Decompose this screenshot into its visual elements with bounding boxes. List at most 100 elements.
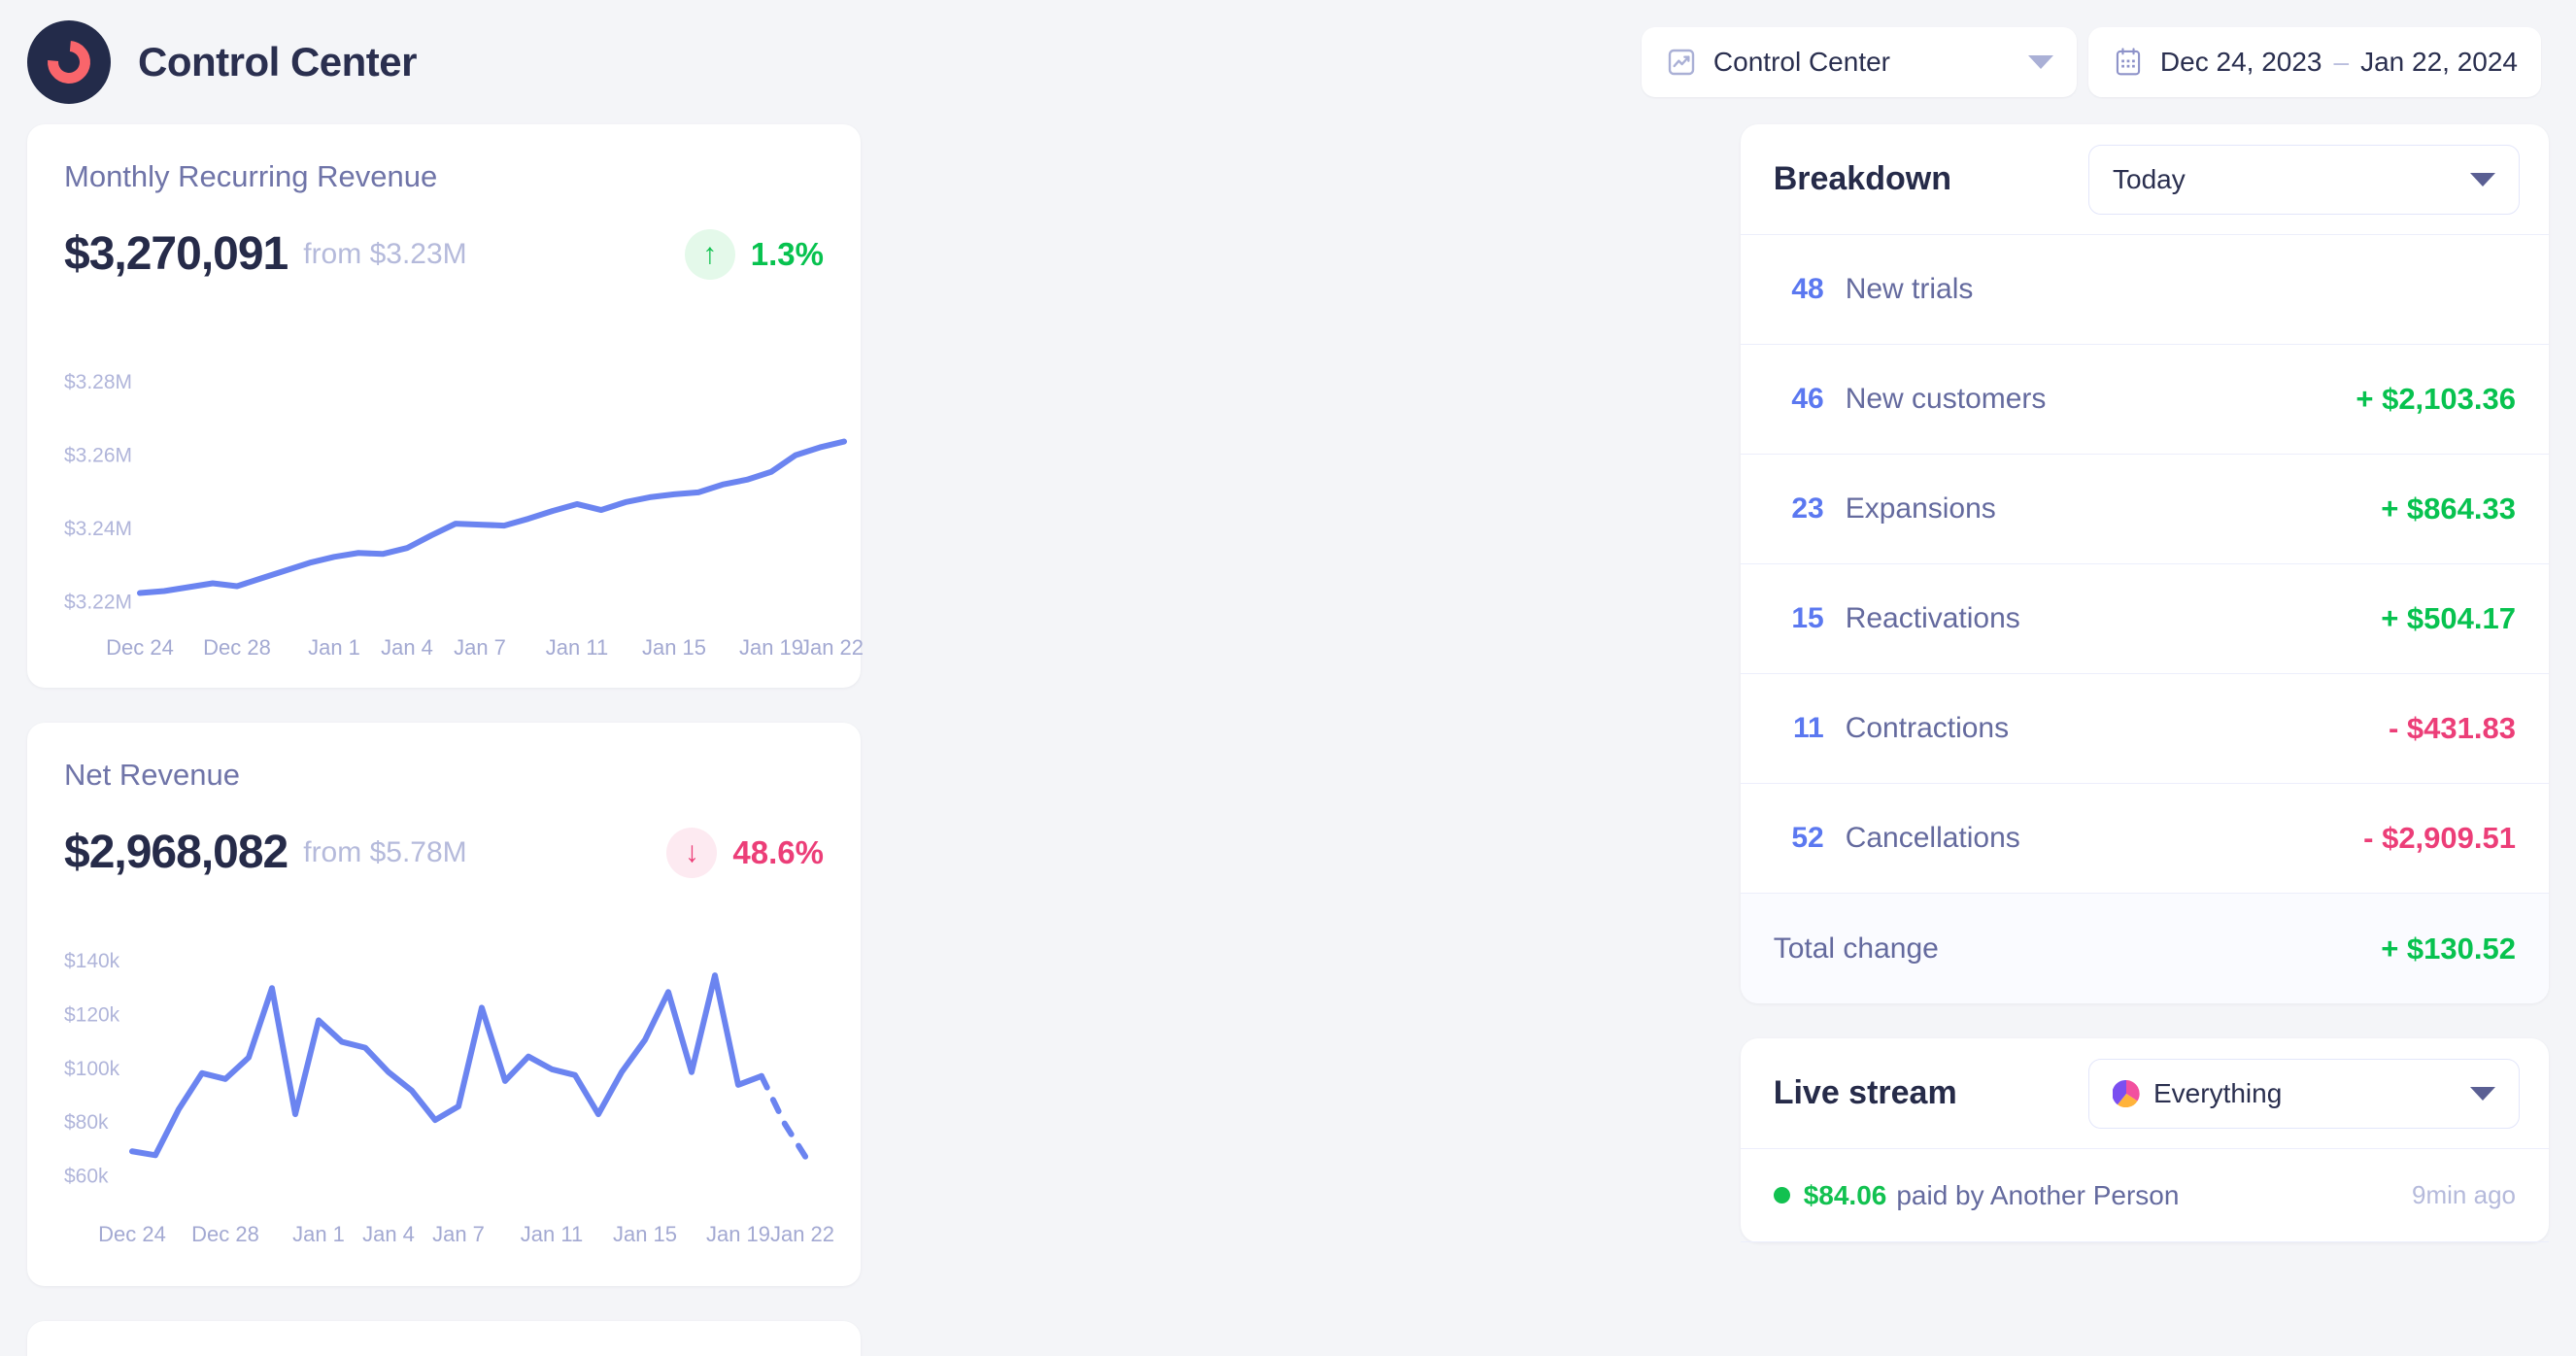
- chart-svg: $140k $120k $100k $80k $60k Dec 24 Dec 2…: [64, 950, 834, 1246]
- live-stream-amount: $84.06: [1803, 1179, 1887, 1210]
- svg-text:$3.28M: $3.28M: [64, 371, 132, 393]
- svg-text:$140k: $140k: [64, 950, 120, 972]
- breakdown-label: Expansions: [1845, 492, 1996, 525]
- live-stream-panel: Live stream Everything $84.06 paid by An…: [1740, 1038, 2549, 1242]
- dashboard-page: Control Center Control Center Dec 24, 20…: [0, 0, 2576, 1356]
- date-range-start: Dec 24, 2023: [2159, 47, 2322, 77]
- chevron-down-icon: [2470, 1086, 2495, 1101]
- svg-text:$80k: $80k: [64, 1111, 109, 1134]
- svg-text:$120k: $120k: [64, 1003, 120, 1026]
- header-controls: Control Center Dec 24, 2023 – Jan 22, 20…: [1641, 27, 2541, 97]
- live-stream-item[interactable]: $84.06 paid by Another Person 9min ago: [1740, 1149, 2549, 1242]
- svg-text:$3.26M: $3.26M: [64, 445, 132, 467]
- dashboard-select[interactable]: Control Center: [1641, 27, 2077, 97]
- svg-text:$100k: $100k: [64, 1058, 120, 1080]
- breakdown-row[interactable]: 52 Cancellations - $2,909.51: [1740, 784, 2549, 894]
- breakdown-label: Contractions: [1845, 712, 2010, 744]
- chart-svg: $3.28M $3.26M $3.24M $3.22M Dec 24 Dec 2…: [64, 371, 864, 660]
- metric-value: $3,270,091: [64, 228, 288, 280]
- breakdown-amount: + $864.33: [2381, 492, 2516, 525]
- logo-ring-icon: [39, 32, 99, 92]
- breakdown-amount: - $2,909.51: [2363, 821, 2516, 855]
- breakdown-count: 48: [1791, 273, 1824, 305]
- chart-net-revenue: $140k $120k $100k $80k $60k Dec 24 Dec 2…: [64, 948, 834, 1267]
- metric-card-monthly-recurring-revenue[interactable]: Monthly Recurring Revenue $3,270,091 fro…: [27, 124, 864, 688]
- date-range-end: Jan 22, 2024: [2360, 47, 2518, 77]
- metric-delta: ↓ 48.6%: [666, 827, 824, 878]
- calendar-icon: [2112, 46, 2145, 79]
- breakdown-period-select[interactable]: Today: [2088, 144, 2520, 215]
- breakdown-count: 15: [1791, 602, 1824, 634]
- date-range-separator: –: [2333, 47, 2350, 77]
- svg-text:Dec 28: Dec 28: [191, 1222, 259, 1246]
- live-stream-filter-select[interactable]: Everything: [2088, 1058, 2520, 1129]
- breakdown-panel: Breakdown Today 48 New trials 46 New cus…: [1740, 124, 2549, 1003]
- breakdown-row[interactable]: 46 New customers + $2,103.36: [1740, 345, 2549, 455]
- arrow-down-icon: ↓: [666, 827, 718, 878]
- breakdown-label: New customers: [1845, 383, 2047, 415]
- breakdown-total-label: Total change: [1773, 932, 1939, 965]
- breakdown-row[interactable]: 48 New trials: [1740, 235, 2549, 345]
- breakdown-amount: - $431.83: [2389, 711, 2516, 745]
- breakdown-total-row: Total change + $130.52: [1740, 894, 2549, 1003]
- svg-text:Jan 4: Jan 4: [362, 1222, 415, 1246]
- breakdown-row[interactable]: 11 Contractions - $431.83: [1740, 674, 2549, 784]
- metric-delta-value: 1.3%: [750, 235, 824, 272]
- svg-text:Jan 22: Jan 22: [770, 1222, 834, 1246]
- breakdown-header: Breakdown Today: [1740, 124, 2549, 235]
- date-range-picker[interactable]: Dec 24, 2023 – Jan 22, 2024: [2087, 27, 2541, 97]
- breakdown-amount: + $504.17: [2381, 601, 2516, 635]
- y-axis-ticks: $140k $120k $100k $80k $60k: [64, 950, 120, 1187]
- svg-text:Jan 22: Jan 22: [799, 635, 864, 660]
- metric-cards-grid: Monthly Recurring Revenue $3,270,091 fro…: [27, 124, 1706, 1356]
- breakdown-row[interactable]: 15 Reactivations + $504.17: [1740, 564, 2549, 674]
- metric-delta: ↑ 1.3%: [684, 228, 824, 280]
- breakdown-label: Cancellations: [1845, 822, 2020, 854]
- svg-text:Jan 1: Jan 1: [308, 635, 360, 660]
- live-stream-description: paid by Another Person: [1896, 1179, 2180, 1210]
- breakdown-title: Breakdown: [1773, 160, 1951, 197]
- live-stream-title: Live stream: [1773, 1074, 1957, 1111]
- metric-summary: $2,968,082 from $5.78M ↓ 48.6%: [64, 826, 824, 879]
- page-title: Control Center: [138, 39, 418, 85]
- svg-text:Dec 24: Dec 24: [106, 635, 174, 660]
- live-stream-filter-label: Everything: [2153, 1077, 2283, 1108]
- breakdown-count: 52: [1791, 822, 1824, 854]
- metric-comparison: from $3.23M: [303, 237, 467, 270]
- svg-text:$3.24M: $3.24M: [64, 518, 132, 540]
- metric-summary: $3,270,091 from $3.23M ↑ 1.3%: [64, 227, 824, 281]
- line-chart-icon: [1665, 46, 1698, 79]
- series-line: [129, 972, 764, 1159]
- chevron-down-icon: [2027, 55, 2053, 69]
- svg-text:Dec 24: Dec 24: [98, 1222, 166, 1246]
- metric-card-fees[interactable]: Fees $1 from $4 ↓ 75.0% $1 $0.50 $0: [27, 1321, 861, 1356]
- svg-text:Dec 28: Dec 28: [203, 635, 271, 660]
- dashboard-select-label: Control Center: [1712, 47, 1891, 77]
- chevron-down-icon: [2470, 172, 2495, 186]
- breakdown-period-label: Today: [2113, 163, 2186, 194]
- svg-text:Jan 11: Jan 11: [546, 635, 608, 660]
- breakdown-amount: + $2,103.36: [2356, 382, 2516, 416]
- breakdown-row[interactable]: 23 Expansions + $864.33: [1740, 455, 2549, 564]
- svg-text:Jan 19: Jan 19: [739, 635, 803, 660]
- breakdown-total-amount: + $130.52: [2381, 931, 2516, 966]
- breakdown-label: Reactivations: [1845, 602, 2020, 634]
- svg-text:Jan 7: Jan 7: [432, 1222, 485, 1246]
- svg-text:Jan 7: Jan 7: [454, 635, 506, 660]
- metric-title: Monthly Recurring Revenue: [64, 159, 438, 193]
- svg-text:Jan 4: Jan 4: [381, 635, 433, 660]
- svg-text:Jan 1: Jan 1: [292, 1222, 345, 1246]
- live-stream-header: Live stream Everything: [1740, 1038, 2549, 1149]
- metric-comparison: from $5.78M: [303, 835, 467, 868]
- breakdown-label: New trials: [1845, 273, 1974, 305]
- series-line: [137, 438, 847, 596]
- control-center-logo: [27, 20, 111, 104]
- chart-monthly-recurring-revenue: $3.28M $3.26M $3.24M $3.22M Dec 24 Dec 2…: [64, 350, 864, 668]
- svg-text:$3.22M: $3.22M: [64, 592, 132, 614]
- metric-card-net-revenue[interactable]: Net Revenue $2,968,082 from $5.78M ↓ 48.…: [27, 723, 861, 1286]
- live-stream-timestamp: 9min ago: [2412, 1180, 2516, 1209]
- breakdown-count: 46: [1791, 383, 1824, 415]
- breakdown-count: 23: [1791, 492, 1824, 525]
- metric-value: $2,968,082: [64, 827, 288, 878]
- metric-delta-value: 48.6%: [732, 833, 824, 870]
